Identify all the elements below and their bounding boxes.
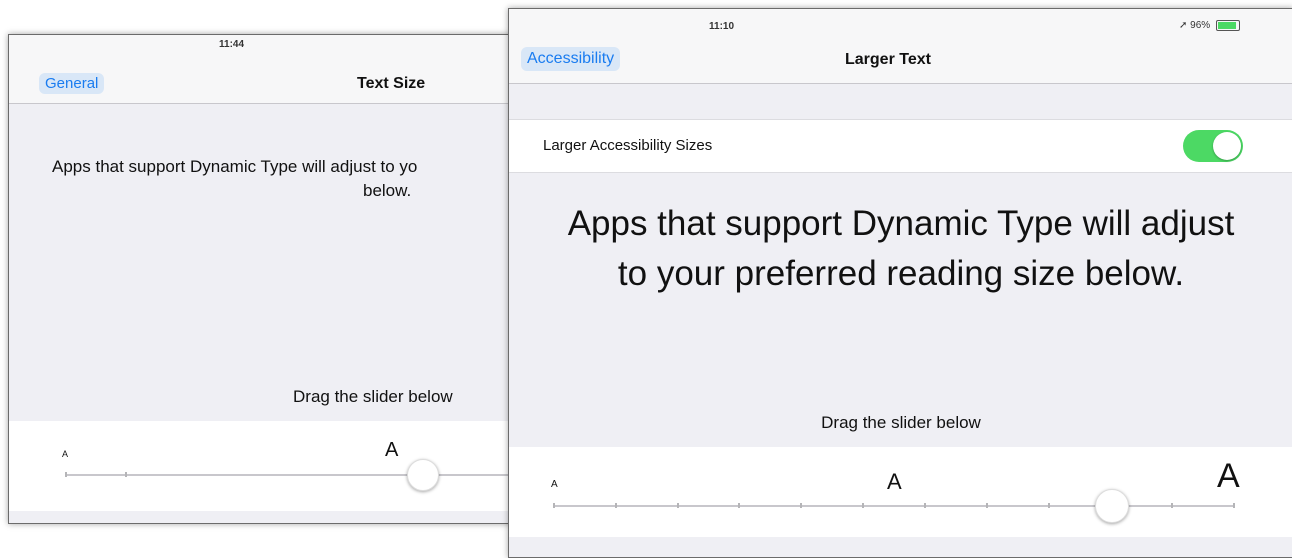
slider-tick [1171,503,1173,508]
navigation-bar: 11:10 ➚ 96% Accessibility Larger Text [509,9,1292,84]
description-line-1: Apps that support Dynamic Type will adju… [567,204,1235,243]
slider-tick [1233,503,1235,508]
toggle-label: Larger Accessibility Sizes [543,137,713,154]
text-size-slider-card: A A A [509,447,1292,537]
big-a-label: A [1217,457,1240,495]
larger-accessibility-sizes-row: Larger Accessibility Sizes [509,119,1292,173]
larger-accessibility-toggle[interactable] [1183,130,1243,162]
slider-tick [677,503,679,508]
description-line-2: below. [363,181,412,200]
slider-tick [738,503,740,508]
page-title: Text Size [357,75,426,92]
drag-hint: Drag the slider below [293,387,453,406]
back-button-accessibility[interactable]: Accessibility [521,47,621,71]
toggle-knob [1213,132,1241,160]
mid-a-label: A [385,439,399,461]
slider-tick [125,472,127,477]
slider-tick [862,503,864,508]
slider-thumb[interactable] [1094,489,1129,523]
slider-tick [800,503,802,508]
page-title: Larger Text [845,51,931,68]
description-line-1: Apps that support Dynamic Type will adju… [52,157,418,176]
slider-track[interactable] [65,474,529,476]
slider-track[interactable] [553,505,1233,507]
description-line-2: to your preferred reading size below. [617,254,1185,293]
slider-tick [553,503,555,508]
slider-tick [1048,503,1050,508]
slider-tick [924,503,926,508]
slider-tick [65,472,67,477]
status-time: 11:10 [709,21,735,32]
slider-tick [986,503,988,508]
larger-text-screen: 11:10 ➚ 96% Accessibility Larger Text La… [508,8,1292,558]
back-button-general[interactable]: General [39,73,105,94]
battery-percent: 96% [1190,20,1211,32]
slider-tick [615,503,617,508]
small-a-label: A [551,479,558,490]
location-icon: ➚ [1179,20,1188,32]
mid-a-label: A [887,469,902,494]
text-size-slider-card: A A [9,421,529,511]
text-size-screen: 11:44 General Text Size Apps that suppor… [8,34,530,524]
small-a-label: A [62,449,69,459]
battery-icon [1215,20,1240,31]
navigation-bar: 11:44 General Text Size [9,35,529,104]
dynamic-type-description: Apps that support Dynamic Type will adju… [509,199,1292,299]
status-time: 11:44 [219,39,245,50]
status-indicators: ➚ 96% [1179,20,1240,31]
drag-hint: Drag the slider below [821,413,981,432]
slider-thumb[interactable] [407,459,439,491]
